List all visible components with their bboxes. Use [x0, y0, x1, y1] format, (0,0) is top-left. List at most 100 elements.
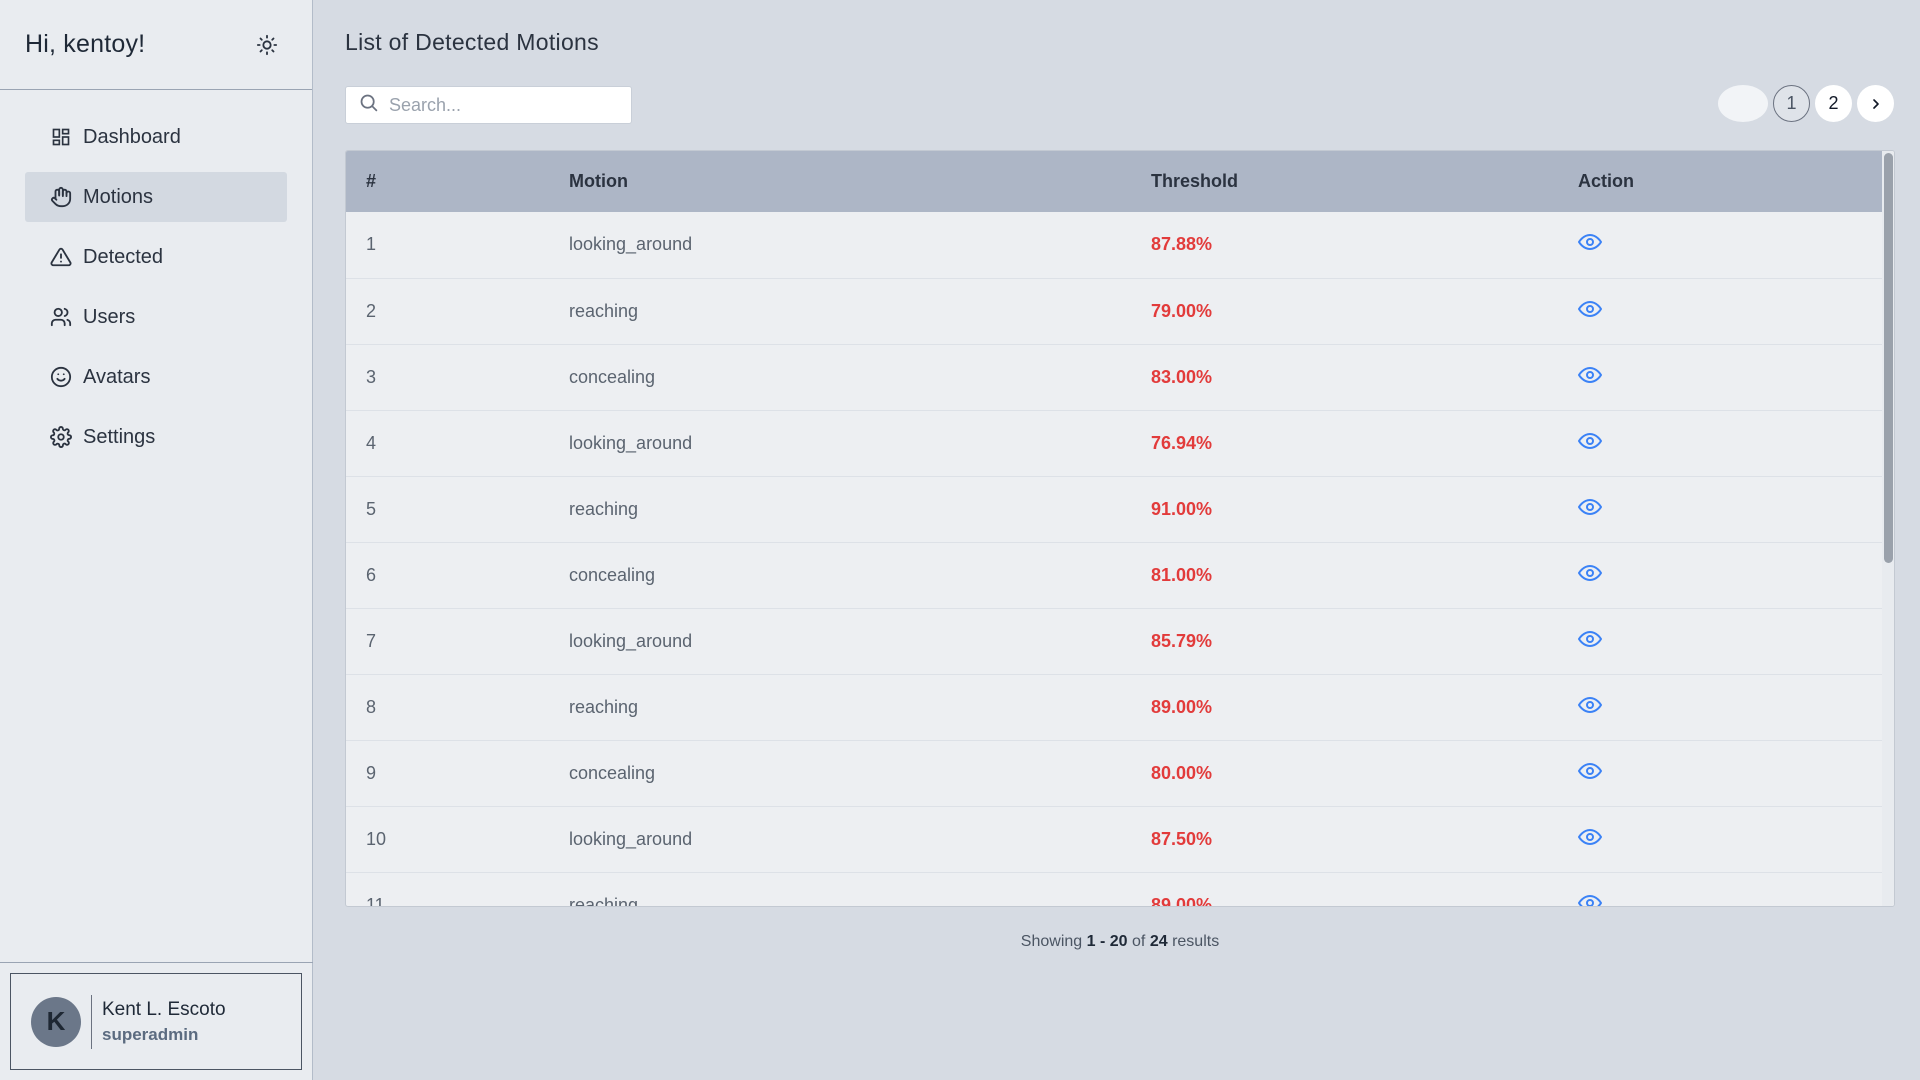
avatar: K	[31, 996, 81, 1047]
user-info: Kent L. Escoto superadmin	[102, 999, 226, 1045]
results-from: 1	[1086, 933, 1096, 950]
row-number: 11	[366, 894, 385, 907]
view-eye-icon[interactable]	[1578, 363, 1604, 389]
table-header-row: # Motion Threshold Action	[346, 151, 1884, 212]
row-motion: looking_around	[569, 630, 693, 651]
table-row: 1 looking_around 87.88%	[346, 212, 1884, 278]
motions-table: # Motion Threshold Action 1 looking_aroun…	[345, 150, 1895, 907]
main-content: List of Detected Motions 1 2	[313, 0, 1920, 1080]
row-action	[1558, 872, 1884, 906]
column-header-motion: Motion	[569, 171, 628, 191]
row-action	[1558, 542, 1884, 608]
row-action	[1558, 740, 1884, 806]
sidebar-item-label: Detected	[83, 245, 164, 268]
row-number: 5	[366, 498, 377, 519]
row-action	[1558, 410, 1884, 476]
view-eye-icon[interactable]	[1578, 825, 1604, 851]
sidebar-item-label: Motions	[83, 185, 154, 208]
row-number: 6	[366, 564, 377, 585]
row-threshold: 85.79%	[1151, 630, 1213, 651]
view-eye-icon[interactable]	[1578, 891, 1604, 906]
row-number: 7	[366, 630, 377, 651]
view-eye-icon[interactable]	[1578, 495, 1604, 521]
row-threshold: 81.00%	[1151, 564, 1213, 585]
results-total: 24	[1149, 933, 1168, 950]
row-motion: concealing	[569, 366, 656, 387]
results-suffix: results	[1172, 933, 1220, 950]
pagination: 1 2	[1718, 85, 1894, 122]
row-motion: looking_around	[569, 432, 693, 453]
page-button-1[interactable]: 1	[1773, 85, 1810, 122]
results-of: of	[1132, 933, 1146, 950]
search-icon	[358, 92, 379, 118]
row-motion: concealing	[569, 762, 656, 783]
row-action	[1558, 278, 1884, 344]
greeting: Hi, kentoy!	[25, 30, 146, 58]
sidebar-item-label: Settings	[83, 425, 156, 448]
view-eye-icon[interactable]	[1578, 230, 1604, 256]
row-motion: reaching	[569, 300, 639, 321]
table-row: 10 looking_around 87.50%	[346, 806, 1884, 872]
gear-icon	[50, 426, 72, 448]
sidebar-item-settings[interactable]: Settings	[25, 412, 287, 462]
table-body: 1 looking_around 87.88% 2 reaching 79.00% 3 con…	[346, 212, 1884, 907]
row-threshold: 79.00%	[1151, 300, 1213, 321]
row-number: 9	[366, 762, 377, 783]
sidebar-item-dashboard[interactable]: Dashboard	[25, 112, 287, 162]
next-page-button[interactable]	[1857, 85, 1894, 122]
row-number: 2	[366, 300, 377, 321]
row-threshold: 80.00%	[1151, 762, 1213, 783]
row-threshold: 87.50%	[1151, 828, 1213, 849]
row-number: 8	[366, 696, 377, 717]
sun-icon[interactable]	[254, 32, 280, 58]
sidebar-item-users[interactable]: Users	[25, 292, 287, 342]
page-title: List of Detected Motions	[345, 29, 599, 55]
view-eye-icon[interactable]	[1578, 561, 1604, 587]
scrollbar-thumb[interactable]	[1884, 153, 1893, 563]
row-number: 3	[366, 366, 377, 387]
page-button-2[interactable]: 2	[1815, 85, 1852, 122]
sidebar-nav: Dashboard Motions Detected Users Avatars…	[0, 90, 312, 472]
sidebar-divider	[0, 962, 313, 963]
row-threshold: 89.00%	[1151, 894, 1213, 907]
view-eye-icon[interactable]	[1578, 693, 1604, 719]
row-threshold: 91.00%	[1151, 498, 1213, 519]
sidebar-item-avatars[interactable]: Avatars	[25, 352, 287, 402]
view-eye-icon[interactable]	[1578, 429, 1604, 455]
sidebar-item-motions[interactable]: Motions	[25, 172, 287, 222]
dashboard-icon	[50, 126, 72, 148]
view-eye-icon[interactable]	[1578, 627, 1604, 653]
table-row: 2 reaching 79.00%	[346, 278, 1884, 344]
user-card[interactable]: K Kent L. Escoto superadmin	[10, 973, 302, 1070]
table-row: 5 reaching 91.00%	[346, 476, 1884, 542]
row-number: 10	[366, 828, 387, 849]
prev-page-button[interactable]	[1718, 85, 1768, 122]
search-box	[345, 86, 632, 124]
row-threshold: 76.94%	[1151, 432, 1213, 453]
table-row: 9 concealing 80.00%	[346, 740, 1884, 806]
search-input[interactable]	[389, 94, 609, 116]
row-motion: reaching	[569, 696, 639, 717]
users-icon	[50, 306, 72, 328]
row-number: 1	[366, 234, 377, 255]
results-prefix: Showing	[1020, 933, 1083, 950]
table-row: 6 concealing 81.00%	[346, 542, 1884, 608]
row-threshold: 83.00%	[1151, 366, 1213, 387]
column-header-number: #	[366, 171, 377, 191]
row-motion: looking_around	[569, 234, 693, 255]
row-action	[1558, 344, 1884, 410]
results-dash: -	[1099, 933, 1106, 950]
table-row: 7 looking_around 85.79%	[346, 608, 1884, 674]
column-header-action: Action	[1578, 171, 1634, 191]
view-eye-icon[interactable]	[1578, 759, 1604, 785]
row-number: 4	[366, 432, 377, 453]
smiley-icon	[50, 366, 72, 388]
sidebar-item-label: Dashboard	[83, 125, 181, 148]
column-header-threshold: Threshold	[1151, 171, 1239, 191]
sidebar-header: Hi, kentoy!	[0, 0, 312, 90]
row-threshold: 87.88%	[1151, 234, 1213, 255]
view-eye-icon[interactable]	[1578, 297, 1604, 323]
sidebar-item-detected[interactable]: Detected	[25, 232, 287, 282]
row-action	[1558, 608, 1884, 674]
table-scrollbar[interactable]	[1882, 151, 1894, 906]
